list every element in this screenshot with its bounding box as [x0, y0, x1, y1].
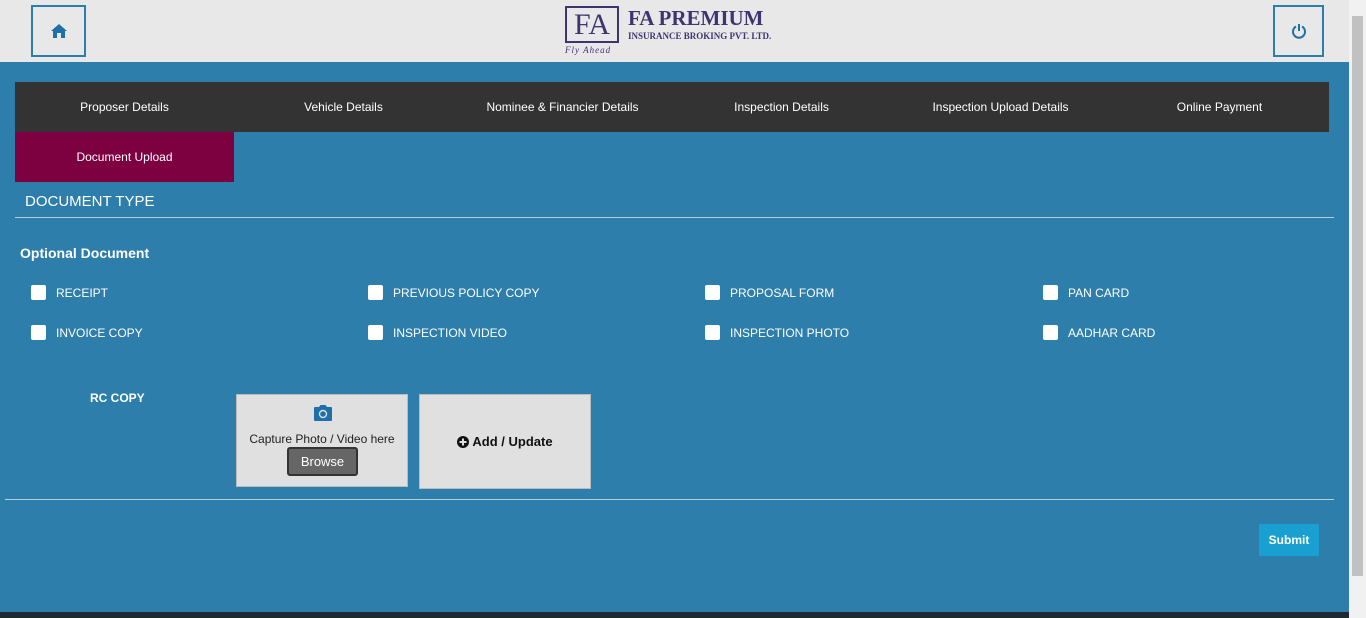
submit-button[interactable]: Submit [1259, 524, 1319, 556]
camera-icon [314, 405, 332, 421]
checkbox-label: RECEIPT [56, 285, 109, 300]
plus-circle-icon [457, 435, 470, 448]
scrollbar-thumb[interactable] [1352, 16, 1363, 576]
checkbox-label: AADHAR CARD [1068, 325, 1156, 340]
tab-proposer-details[interactable]: Proposer Details [15, 82, 234, 132]
checkbox-pan-card[interactable]: PAN CARD [1043, 285, 1129, 300]
capture-upload-box[interactable]: Capture Photo / Video here Browse [236, 394, 408, 487]
tab-nominee-financier-details[interactable]: Nominee & Financier Details [453, 82, 672, 132]
checkbox-label: PREVIOUS POLICY COPY [393, 285, 540, 300]
checkbox-box[interactable] [1043, 285, 1058, 300]
checkbox-previous-policy-copy[interactable]: PREVIOUS POLICY COPY [368, 285, 540, 300]
checkbox-box[interactable] [705, 325, 720, 340]
tab-online-payment[interactable]: Online Payment [1110, 82, 1329, 132]
checkbox-label: PAN CARD [1068, 285, 1130, 300]
home-icon [50, 24, 67, 38]
checkbox-box[interactable] [31, 325, 46, 340]
checkbox-label: INSPECTION VIDEO [393, 325, 508, 340]
footer-bar [0, 612, 1349, 618]
power-icon [1291, 24, 1306, 39]
logo-mark: FA [565, 6, 619, 43]
company-logo: FA FA PREMIUM INSURANCE BROKING PVT. LTD… [565, 6, 785, 56]
checkbox-label: INSPECTION PHOTO [730, 325, 850, 340]
logo-subtitle: INSURANCE BROKING PVT. LTD. [628, 31, 772, 41]
logo-tagline: Fly Ahead [565, 45, 612, 55]
checkbox-proposal-form[interactable]: PROPOSAL FORM [705, 285, 834, 300]
checkbox-label: INVOICE COPY [56, 325, 143, 340]
checkbox-inspection-photo[interactable]: INSPECTION PHOTO [705, 325, 849, 340]
divider [5, 499, 1334, 500]
divider [15, 217, 1334, 218]
checkbox-box[interactable] [705, 285, 720, 300]
rc-copy-label: RC COPY [90, 391, 145, 405]
tab-bar: Proposer Details Vehicle Details Nominee… [15, 82, 1329, 132]
checkbox-label: PROPOSAL FORM [730, 285, 835, 300]
add-update-label: Add / Update [472, 434, 553, 449]
logout-button[interactable] [1273, 5, 1324, 57]
capture-text: Capture Photo / Video here [249, 432, 395, 446]
tab-document-upload[interactable]: Document Upload [15, 132, 234, 182]
section-title: DOCUMENT TYPE [25, 193, 155, 210]
checkbox-box[interactable] [1043, 325, 1058, 340]
home-button[interactable] [31, 5, 86, 57]
tab-vehicle-details[interactable]: Vehicle Details [234, 82, 453, 132]
checkbox-aadhar-card[interactable]: AADHAR CARD [1043, 325, 1155, 340]
checkbox-box[interactable] [368, 285, 383, 300]
browse-button[interactable]: Browse [287, 447, 358, 476]
tab-inspection-upload-details[interactable]: Inspection Upload Details [891, 82, 1110, 132]
optional-document-heading: Optional Document [20, 245, 150, 261]
tab-inspection-details[interactable]: Inspection Details [672, 82, 891, 132]
checkbox-box[interactable] [368, 325, 383, 340]
checkbox-box[interactable] [31, 285, 46, 300]
logo-name: FA PREMIUM [628, 6, 764, 30]
checkbox-receipt[interactable]: RECEIPT [31, 285, 108, 300]
checkbox-inspection-video[interactable]: INSPECTION VIDEO [368, 325, 507, 340]
add-update-button[interactable]: Add / Update [419, 394, 591, 489]
vertical-scrollbar[interactable] [1349, 0, 1366, 618]
header-bar: FA FA PREMIUM INSURANCE BROKING PVT. LTD… [0, 0, 1349, 62]
checkbox-invoice-copy[interactable]: INVOICE COPY [31, 325, 143, 340]
